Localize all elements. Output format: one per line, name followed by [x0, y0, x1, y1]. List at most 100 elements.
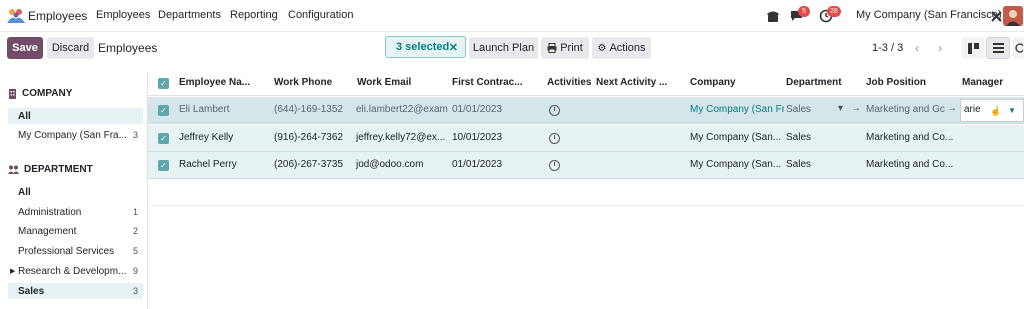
- chevron-down-icon[interactable]: ▼: [1008, 106, 1016, 115]
- table-header: ✓ Employee Na... Work Phone Work Email F…: [148, 72, 1024, 96]
- department-item-sales[interactable]: Sales 3: [8, 283, 143, 299]
- activity-badge: 28: [827, 6, 841, 17]
- list-view-icon[interactable]: [986, 37, 1010, 59]
- kanban-view-icon[interactable]: [961, 37, 985, 59]
- discard-button[interactable]: Discard: [47, 37, 94, 59]
- phone-icon[interactable]: [765, 8, 781, 24]
- header-activities[interactable]: Activities: [547, 77, 591, 88]
- cell-company[interactable]: My Company (San Fr: [690, 104, 784, 115]
- gear-icon: ⚙: [597, 42, 607, 54]
- cell-contract[interactable]: 01/01/2023: [452, 104, 502, 115]
- pager-value[interactable]: 1-3 / 3: [872, 42, 903, 54]
- clock-icon[interactable]: [549, 160, 560, 171]
- cell-name[interactable]: Rachel Perry: [179, 159, 269, 170]
- header-employee-name[interactable]: Employee Na...: [179, 77, 269, 88]
- cell-job[interactable]: Marketing and Co...: [866, 159, 958, 170]
- cell-department[interactable]: Sales: [786, 104, 836, 115]
- company-item-my-company[interactable]: My Company (San Fra... 3: [8, 127, 143, 143]
- print-label: Print: [560, 42, 583, 54]
- cell-job[interactable]: Marketing and Co...: [866, 132, 958, 143]
- building-icon: [9, 88, 16, 99]
- cell-job[interactable]: Marketing and Gc: [866, 104, 946, 115]
- cell-email[interactable]: eli.lambert22@exam: [356, 104, 448, 115]
- row-checkbox[interactable]: ✓: [158, 105, 169, 116]
- user-avatar[interactable]: [1003, 6, 1023, 26]
- header-department[interactable]: Department: [786, 77, 842, 88]
- menu-reporting[interactable]: Reporting: [230, 9, 278, 21]
- clock-icon[interactable]: [549, 133, 560, 144]
- cell-phone[interactable]: (206)-267-3735: [274, 159, 354, 170]
- pager-previous-icon[interactable]: ‹: [906, 37, 928, 59]
- arrow-right-icon[interactable]: →: [947, 103, 957, 114]
- table-row[interactable]: ✓ Jeffrey Kelly (916)-264-7362 jeffrey.k…: [148, 125, 1024, 152]
- company-title-label: COMPANY: [22, 88, 73, 99]
- department-title-label: DEPARTMENT: [24, 164, 93, 175]
- actions-button[interactable]: ⚙ Actions: [592, 37, 651, 59]
- launch-plan-button[interactable]: Launch Plan: [469, 37, 538, 59]
- company-item-label: All: [18, 110, 31, 122]
- header-work-email[interactable]: Work Email: [357, 77, 411, 88]
- cell-department[interactable]: Sales: [786, 132, 811, 143]
- printer-icon: [547, 43, 557, 53]
- selected-label: 3 selected: [396, 41, 450, 53]
- employee-list: ✓ Employee Na... Work Phone Work Email F…: [147, 72, 1024, 309]
- table-row[interactable]: ✓ Eli Lambert (644)-169-1352 eli.lambert…: [148, 97, 1024, 124]
- department-item-all[interactable]: All: [8, 184, 143, 200]
- department-item-administration[interactable]: Administration 1: [8, 204, 143, 220]
- header-job-position[interactable]: Job Position: [866, 77, 926, 88]
- select-all-checkbox[interactable]: ✓: [158, 78, 169, 89]
- department-item-count: 2: [132, 226, 138, 236]
- menu-employees[interactable]: Employees: [96, 9, 150, 21]
- cell-phone[interactable]: (644)-169-1352: [274, 104, 354, 115]
- header-first-contract[interactable]: First Contrac...: [452, 77, 542, 88]
- row-checkbox[interactable]: ✓: [158, 160, 169, 171]
- pager-next-icon[interactable]: ›: [929, 37, 951, 59]
- clock-icon[interactable]: [549, 105, 560, 116]
- breadcrumb: Employees: [98, 41, 158, 55]
- app-name[interactable]: Employees: [28, 9, 87, 23]
- company-item-all[interactable]: All: [8, 108, 143, 124]
- header-next-activity[interactable]: Next Activity ...: [596, 77, 686, 88]
- cell-email[interactable]: jod@odoo.com: [356, 159, 448, 170]
- header-company[interactable]: Company: [690, 77, 736, 88]
- department-item-research[interactable]: ▶ Research & Developm... 9: [8, 263, 143, 279]
- print-button[interactable]: Print: [541, 37, 589, 59]
- caret-right-icon[interactable]: ▶: [10, 267, 15, 275]
- company-item-label: My Company (San Fra...: [18, 129, 127, 141]
- cell-department[interactable]: Sales: [786, 159, 811, 170]
- department-item-label: Professional Services: [18, 245, 115, 257]
- header-work-phone[interactable]: Work Phone: [274, 77, 332, 88]
- table-row[interactable]: ✓ Rachel Perry (206)-267-3735 jod@odoo.c…: [148, 152, 1024, 179]
- cell-name[interactable]: Jeffrey Kelly: [179, 132, 269, 143]
- department-item-management[interactable]: Management 2: [8, 223, 143, 239]
- department-item-count: 1: [132, 207, 138, 217]
- cell-name[interactable]: Eli Lambert: [179, 104, 269, 115]
- row-checkbox[interactable]: ✓: [158, 133, 169, 144]
- tools-icon[interactable]: [988, 8, 1004, 24]
- manager-input-value: arie: [964, 104, 981, 115]
- actions-label: Actions: [609, 42, 646, 54]
- chevron-down-icon[interactable]: ▾: [838, 103, 843, 114]
- activity-view-icon[interactable]: [1012, 37, 1024, 59]
- employees-app-icon[interactable]: [7, 8, 25, 24]
- header-manager[interactable]: Manager: [962, 77, 1003, 88]
- menu-configuration[interactable]: Configuration: [288, 9, 353, 21]
- department-item-count: 5: [132, 246, 138, 256]
- selection-counter[interactable]: 3 selected ✕: [385, 36, 466, 58]
- cell-phone[interactable]: (916)-264-7362: [274, 132, 354, 143]
- top-navbar: Employees Employees Departments Reportin…: [0, 0, 1024, 32]
- department-item-label: Administration: [18, 206, 82, 218]
- department-item-professional-services[interactable]: Professional Services 5: [8, 243, 143, 259]
- arrow-right-icon[interactable]: →: [851, 103, 861, 114]
- cell-contract[interactable]: 10/01/2023: [452, 132, 502, 143]
- manager-input[interactable]: arie ☝ ▼: [960, 99, 1024, 122]
- cursor-icon: ☝: [990, 106, 1002, 116]
- company-switcher[interactable]: My Company (San Francisco): [856, 9, 1002, 21]
- menu-departments[interactable]: Departments: [158, 9, 221, 21]
- cell-company[interactable]: My Company (San...: [690, 159, 784, 170]
- cell-contract[interactable]: 01/01/2023: [452, 159, 502, 170]
- cell-company[interactable]: My Company (San...: [690, 132, 784, 143]
- save-button[interactable]: Save: [7, 37, 43, 59]
- close-icon[interactable]: ✕: [449, 41, 458, 54]
- cell-email[interactable]: jeffrey.kelly72@ex...: [356, 132, 448, 143]
